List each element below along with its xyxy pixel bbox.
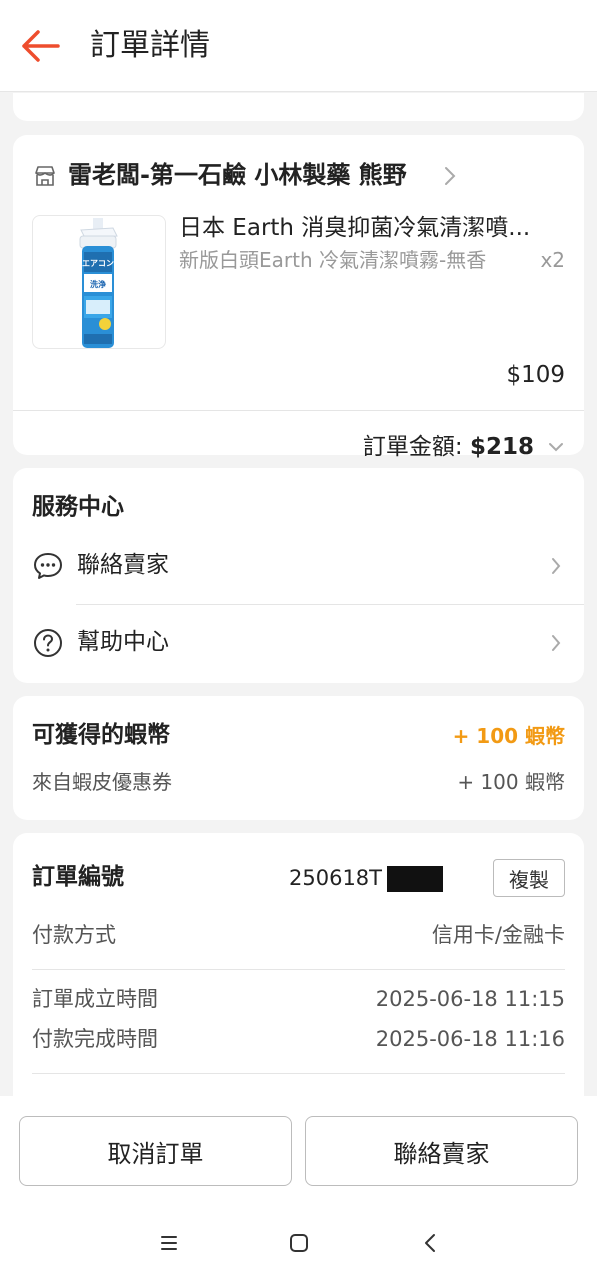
back-icon[interactable]	[416, 1228, 446, 1258]
order-total-value: $218	[469, 434, 534, 460]
cancel-order-button[interactable]: 取消訂單	[19, 1116, 292, 1186]
order-created-value: 2025-06-18 11:15	[375, 987, 565, 1011]
service-center-title: 服務中心	[32, 494, 124, 520]
chevron-right-icon	[552, 635, 561, 651]
chevron-right-icon	[552, 558, 561, 574]
chat-bubble-icon	[34, 553, 62, 579]
payment-completed-label: 付款完成時間	[32, 1027, 158, 1051]
system-nav-bar	[0, 1204, 597, 1280]
chevron-down-icon[interactable]	[548, 441, 564, 453]
svg-text:洗浄: 洗浄	[90, 279, 106, 289]
home-icon[interactable]	[284, 1228, 314, 1258]
order-created-label: 訂單成立時間	[32, 987, 158, 1011]
coins-title: 可獲得的蝦幣	[32, 722, 170, 748]
product-name[interactable]: 日本 Earth 消臭抑菌冷氣清潔噴...	[179, 211, 569, 245]
shop-order-card: 雷老闆-第一石鹼 小林製藥 熊野 エアコン 洗浄 日本 Earth 消臭抑菌冷氣…	[13, 135, 584, 460]
order-content[interactable]: 雷老闆-第一石鹼 小林製藥 熊野 エアコン 洗浄 日本 Earth 消臭抑菌冷氣…	[0, 93, 597, 1096]
bottom-action-bar: 取消訂單 聯絡賣家	[0, 1096, 597, 1204]
divider	[32, 1073, 565, 1074]
shop-name[interactable]: 雷老闆-第一石鹼 小林製藥 熊野	[68, 157, 407, 193]
contact-seller-row[interactable]: 聯絡賣家	[13, 536, 584, 596]
payment-method-label: 付款方式	[32, 923, 116, 947]
order-number-value: 250618T	[289, 866, 382, 890]
order-number-label: 訂單編號	[32, 864, 124, 890]
order-info-card: 訂單編號 250618T 複製 付款方式 信用卡/金融卡 訂單成立時間 2025…	[13, 833, 584, 1096]
page-title: 訂單詳情	[90, 28, 210, 63]
redacted-block	[387, 866, 443, 892]
divider	[32, 969, 565, 970]
help-center-label: 幫助中心	[77, 629, 169, 655]
copy-button[interactable]: 複製	[493, 859, 565, 897]
contact-seller-label: 聯絡賣家	[77, 552, 169, 578]
coins-source-amount: + 100 蝦幣	[457, 770, 565, 794]
previous-card-edge	[13, 93, 584, 121]
product-quantity: x2	[540, 248, 565, 272]
coins-source-label: 來自蝦皮優惠券	[32, 770, 172, 794]
help-circle-icon	[34, 629, 62, 657]
svg-text:エアコン: エアコン	[82, 259, 114, 268]
payment-completed-value: 2025-06-18 11:16	[375, 1027, 565, 1051]
order-total-label: 訂單金額:	[362, 434, 470, 460]
recent-apps-icon[interactable]	[154, 1228, 184, 1258]
coins-card: 可獲得的蝦幣 + 100 蝦幣 來自蝦皮優惠券 + 100 蝦幣	[13, 696, 584, 820]
divider	[13, 410, 584, 411]
product-variant: 新版白頭Earth 冷氣清潔噴霧-無香	[179, 248, 487, 272]
back-arrow-icon[interactable]	[18, 26, 62, 66]
product-price: $109	[506, 362, 565, 388]
shop-icon	[35, 166, 55, 186]
chevron-right-icon[interactable]	[443, 165, 457, 187]
spray-can-icon: エアコン 洗浄	[79, 218, 118, 348]
contact-seller-button[interactable]: 聯絡賣家	[305, 1116, 578, 1186]
app-header: 訂單詳情	[0, 0, 597, 92]
service-center-card: 服務中心 聯絡賣家 幫助中心	[13, 468, 584, 683]
coins-amount: + 100 蝦幣	[452, 724, 565, 748]
payment-method-value: 信用卡/金融卡	[431, 923, 565, 947]
product-image[interactable]: エアコン 洗浄	[32, 215, 166, 349]
divider	[76, 604, 584, 605]
help-center-row[interactable]: 幫助中心	[13, 613, 584, 673]
order-total[interactable]: 訂單金額: $218	[363, 429, 534, 465]
